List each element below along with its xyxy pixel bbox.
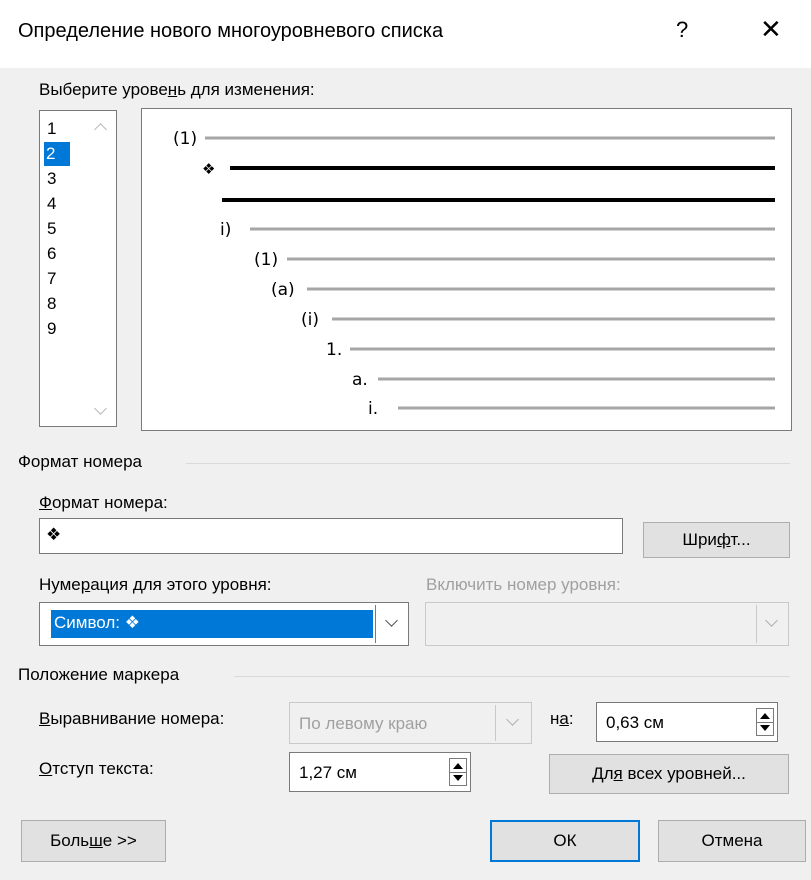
include-level-label: Включить номер уровня: bbox=[426, 575, 621, 594]
level-item-9[interactable]: 9 bbox=[47, 317, 67, 341]
at-spin-buttons[interactable] bbox=[756, 708, 774, 736]
format-label: Формат номера: bbox=[39, 493, 168, 512]
preview-marker: a. bbox=[352, 370, 368, 390]
at-label: на: bbox=[550, 709, 574, 728]
numbering-dropdown-button[interactable] bbox=[375, 605, 408, 643]
preview-marker: (i) bbox=[301, 310, 319, 330]
all-levels-button[interactable]: Для всех уровней... bbox=[549, 754, 789, 794]
level-item-5[interactable]: 5 bbox=[47, 217, 67, 241]
scroll-down-icon[interactable] bbox=[94, 402, 107, 415]
scroll-up-icon[interactable] bbox=[94, 123, 107, 136]
preview-marker: i. bbox=[368, 399, 378, 419]
alignment-dropdown-button[interactable] bbox=[495, 705, 529, 741]
preview-marker: ❖ bbox=[202, 160, 215, 178]
chevron-down-icon bbox=[385, 614, 398, 627]
format-input-value: ❖ bbox=[46, 525, 62, 544]
more-button[interactable]: Больше >> bbox=[21, 820, 166, 862]
font-button[interactable]: Шрифт... bbox=[643, 522, 790, 558]
close-button[interactable]: ✕ bbox=[760, 14, 782, 45]
indent-value: 1,27 см bbox=[299, 763, 357, 782]
marker-position-group-label: Положение маркера bbox=[18, 665, 180, 684]
level-item-8[interactable]: 8 bbox=[47, 292, 67, 316]
numbering-label: Нумерация для этого уровня: bbox=[39, 575, 272, 594]
cancel-button[interactable]: Отмена bbox=[658, 820, 806, 862]
format-input[interactable]: ❖ bbox=[39, 518, 623, 554]
alignment-value: По левому краю bbox=[299, 714, 428, 733]
level-item-2[interactable]: 2 bbox=[44, 142, 70, 166]
at-value: 0,63 см bbox=[606, 713, 664, 732]
preview-marker: (1) bbox=[173, 129, 197, 149]
include-level-select[interactable] bbox=[425, 602, 789, 646]
alignment-label: Выравнивание номера: bbox=[39, 709, 225, 728]
preview-marker: i) bbox=[220, 220, 231, 240]
indent-spin-buttons[interactable] bbox=[449, 758, 467, 786]
level-item-1[interactable]: 1 bbox=[47, 117, 67, 141]
alignment-select[interactable]: По левому краю bbox=[289, 702, 532, 744]
level-item-3[interactable]: 3 bbox=[47, 167, 67, 191]
preview-marker: (1) bbox=[254, 250, 278, 270]
numbering-style-select[interactable]: Символ: ❖ bbox=[39, 602, 409, 646]
indent-spinner[interactable]: 1,27 см bbox=[289, 752, 471, 792]
preview-canvas: (1) ❖ i) (1) (a) (i) 1. a.i. bbox=[173, 129, 775, 419]
ok-button[interactable]: ОК bbox=[490, 820, 640, 862]
numbering-value: Символ: ❖ bbox=[54, 613, 140, 632]
level-select-label: Выберите уровень для изменения: bbox=[39, 80, 315, 99]
at-spinner[interactable]: 0,63 см bbox=[596, 702, 778, 742]
chevron-down-icon bbox=[506, 713, 519, 726]
include-level-dropdown-button[interactable] bbox=[756, 605, 787, 643]
number-format-group-label: Формат номера bbox=[18, 452, 143, 471]
preview-marker: 1. bbox=[326, 340, 342, 360]
chevron-down-icon bbox=[765, 614, 778, 627]
preview-marker: (a) bbox=[271, 280, 295, 300]
indent-label: Отступ текста: bbox=[39, 759, 154, 778]
level-item-7[interactable]: 7 bbox=[47, 267, 67, 291]
level-item-4[interactable]: 4 bbox=[47, 192, 67, 216]
level-listbox[interactable]: 123456789 bbox=[39, 110, 117, 427]
help-button[interactable]: ? bbox=[676, 17, 688, 43]
group-divider bbox=[234, 676, 790, 677]
list-preview: (1) ❖ i) (1) (a) (i) 1. a. i. bbox=[141, 108, 792, 431]
level-item-6[interactable]: 6 bbox=[47, 242, 67, 266]
group-divider bbox=[186, 463, 790, 464]
dialog-title: Определение нового многоуровневого списк… bbox=[18, 20, 444, 42]
